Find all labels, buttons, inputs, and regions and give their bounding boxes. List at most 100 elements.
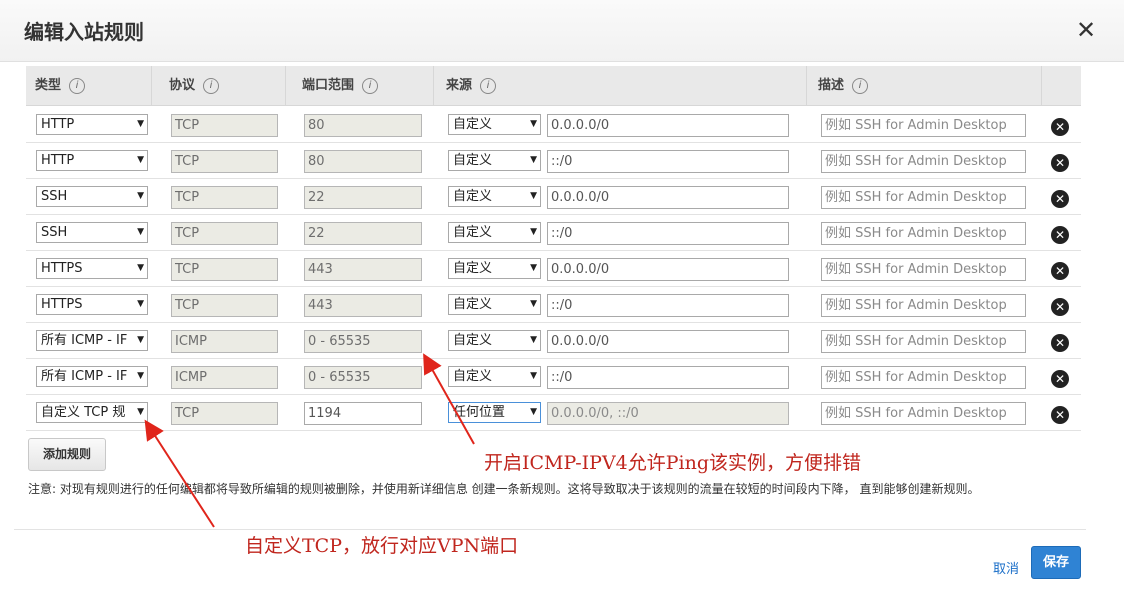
type-select[interactable]: HTTPS ▼ [36, 294, 148, 315]
dialog-title: 编辑入站规则 [24, 20, 144, 44]
chevron-down-icon: ▼ [137, 407, 144, 417]
arrow-to-custom-tcp [144, 419, 215, 528]
chevron-down-icon: ▼ [530, 119, 537, 129]
source-select[interactable]: 自定义 ▼ [448, 222, 541, 243]
info-icon[interactable]: i [480, 77, 497, 94]
type-select[interactable]: 所有 ICMP - IF ▼ [36, 366, 148, 387]
source-cidr-input[interactable]: ::/0 [547, 366, 789, 389]
cancel-button[interactable]: 取消 [993, 558, 1019, 577]
description-input[interactable]: 例如 SSH for Admin Desktop [821, 186, 1026, 209]
port-range-field[interactable]: 1194 [304, 402, 422, 425]
table-row: 所有 ICMP - IF ▼ ICMP 0 - 65535 自定义 ▼ 0.0.0.0/0 例… [26, 323, 1081, 359]
chevron-down-icon: ▼ [530, 407, 537, 417]
source-cidr-input[interactable]: 0.0.0.0/0 [547, 258, 789, 281]
chevron-down-icon: ▼ [530, 227, 537, 237]
type-select[interactable]: HTTPS ▼ [36, 258, 148, 279]
chevron-down-icon: ▼ [137, 371, 144, 381]
description-input[interactable]: 例如 SSH for Admin Desktop [821, 330, 1026, 353]
chevron-down-icon: ▼ [137, 263, 144, 273]
description-input[interactable]: 例如 SSH for Admin Desktop [821, 294, 1026, 317]
protocol-field: ICMP [171, 366, 278, 389]
description-input[interactable]: 例如 SSH for Admin Desktop [821, 402, 1026, 425]
protocol-field: TCP [171, 222, 278, 245]
delete-rule-icon[interactable]: ✕ [1051, 370, 1069, 388]
delete-rule-icon[interactable]: ✕ [1051, 406, 1069, 424]
type-select-value: HTTPS [41, 261, 83, 276]
source-cidr-input: 0.0.0.0/0, ::/0 [547, 402, 789, 425]
type-select[interactable]: 自定义 TCP 规 ▼ [36, 402, 148, 423]
port-range-field: 22 [304, 186, 422, 209]
type-select-value: HTTPS [41, 297, 83, 312]
delete-rule-icon[interactable]: ✕ [1051, 154, 1069, 172]
header-protocol-label: 协议 [169, 78, 196, 93]
footer-divider [14, 529, 1086, 530]
port-range-field: 80 [304, 150, 422, 173]
source-select[interactable]: 自定义 ▼ [448, 258, 541, 279]
add-rule-button[interactable]: 添加规则 [28, 438, 106, 471]
source-select[interactable]: 自定义 ▼ [448, 150, 541, 171]
port-range-field: 0 - 65535 [304, 366, 422, 389]
type-select-value: 所有 ICMP - IF [41, 369, 128, 384]
type-select[interactable]: SSH ▼ [36, 186, 148, 207]
info-icon[interactable]: i [852, 77, 869, 94]
table-row: HTTP ▼ TCP 80 自定义 ▼::/0 例如 SSH for Admin Deskt… [26, 143, 1081, 179]
description-input[interactable]: 例如 SSH for Admin Desktop [821, 222, 1026, 245]
chevron-down-icon: ▼ [530, 299, 537, 309]
type-select[interactable]: SSH ▼ [36, 222, 148, 243]
delete-rule-icon[interactable]: ✕ [1051, 334, 1069, 352]
delete-rule-icon[interactable]: ✕ [1051, 226, 1069, 244]
type-select[interactable]: 所有 ICMP - IF ▼ [36, 330, 148, 351]
type-select-value: SSH [41, 189, 68, 204]
info-icon[interactable]: i [362, 77, 379, 94]
source-select-value: 自定义 [453, 153, 493, 168]
port-range-field: 22 [304, 222, 422, 245]
source-select-value: 自定义 [453, 189, 493, 204]
source-cidr-input[interactable]: 0.0.0.0/0 [547, 186, 789, 209]
source-select[interactable]: 自定义 ▼ [448, 366, 541, 387]
protocol-field: TCP [171, 258, 278, 281]
description-input[interactable]: 例如 SSH for Admin Desktop [821, 114, 1026, 137]
chevron-down-icon: ▼ [530, 191, 537, 201]
chevron-down-icon: ▼ [137, 119, 144, 129]
header-port-range: 端口范围 i [293, 66, 434, 106]
description-input[interactable]: 例如 SSH for Admin Desktop [821, 150, 1026, 173]
source-select-value: 任何位置 [453, 405, 506, 420]
source-cidr-input[interactable]: 0.0.0.0/0 [547, 114, 789, 137]
source-cidr-input[interactable]: ::/0 [547, 222, 789, 245]
description-input[interactable]: 例如 SSH for Admin Desktop [821, 258, 1026, 281]
delete-rule-icon[interactable]: ✕ [1051, 118, 1069, 136]
info-icon[interactable]: i [203, 77, 220, 94]
table-row: SSH ▼ TCP 22 自定义 ▼::/0 例如 SSH for Admin Deskto… [26, 215, 1081, 251]
source-cidr-input[interactable]: 0.0.0.0/0 [547, 330, 789, 353]
description-input[interactable]: 例如 SSH for Admin Desktop [821, 366, 1026, 389]
source-select[interactable]: 自定义 ▼ [448, 294, 541, 315]
chevron-down-icon: ▼ [137, 299, 144, 309]
delete-rule-icon[interactable]: ✕ [1051, 262, 1069, 280]
header-type: 类型 i [26, 66, 152, 106]
delete-rule-icon[interactable]: ✕ [1051, 298, 1069, 316]
delete-rule-icon[interactable]: ✕ [1051, 190, 1069, 208]
source-cidr-input[interactable]: ::/0 [547, 150, 789, 173]
type-select[interactable]: HTTP ▼ [36, 114, 148, 135]
source-select[interactable]: 自定义 ▼ [448, 186, 541, 207]
close-icon[interactable]: ✕ [1074, 18, 1098, 42]
source-cidr-input[interactable]: ::/0 [547, 294, 789, 317]
info-icon[interactable]: i [69, 77, 86, 94]
type-select[interactable]: HTTP ▼ [36, 150, 148, 171]
protocol-field: TCP [171, 150, 278, 173]
type-select-value: 自定义 TCP 规 [41, 405, 126, 420]
type-select-value: SSH [41, 225, 68, 240]
table-row: 自定义 TCP 规 ▼ TCP 1194 任何位置 ▼ 0.0.0.0/0, ::/0 例如 … [26, 395, 1081, 431]
save-button[interactable]: 保存 [1031, 546, 1081, 579]
source-select[interactable]: 自定义 ▼ [448, 114, 541, 135]
source-select[interactable]: 自定义 ▼ [448, 330, 541, 351]
protocol-field: TCP [171, 114, 278, 137]
protocol-field: TCP [171, 402, 278, 425]
source-select[interactable]: 任何位置 ▼ [448, 402, 541, 423]
type-select-value: HTTP [41, 117, 75, 132]
protocol-field: TCP [171, 294, 278, 317]
chevron-down-icon: ▼ [530, 335, 537, 345]
table-row: SSH ▼ TCP 22 自定义 ▼ 0.0.0.0/0 例如 SSH for Admin D… [26, 179, 1081, 215]
table-row: HTTPS ▼ TCP 443 自定义 ▼ 0.0.0.0/0 例如 SSH for Admi… [26, 251, 1081, 287]
source-select-value: 自定义 [453, 225, 493, 240]
